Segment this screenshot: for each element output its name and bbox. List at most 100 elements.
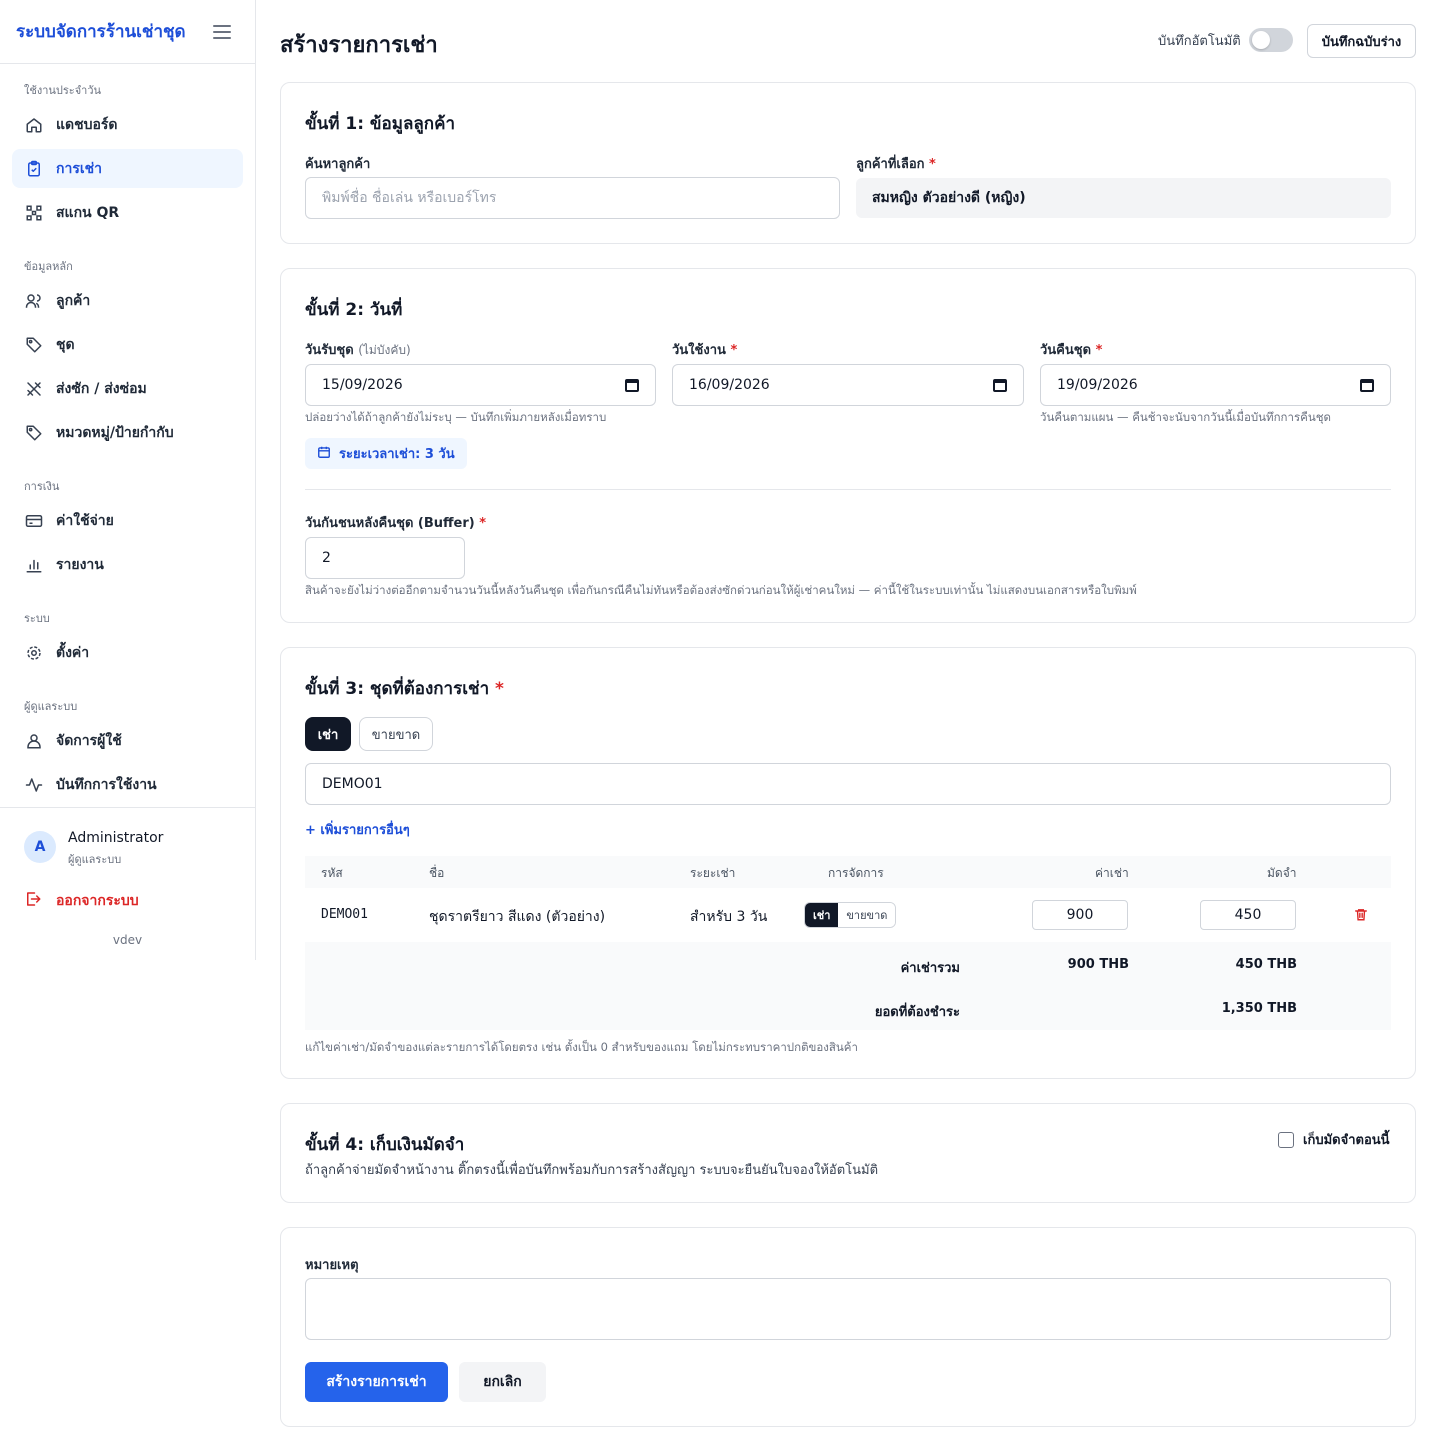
sidebar-item-scan-qr[interactable]: สแกน QR	[12, 193, 243, 232]
activity-icon	[24, 775, 44, 795]
collect-deposit-label[interactable]: เก็บมัดจำตอนนี้	[1303, 1129, 1390, 1150]
page-title: สร้างรายการเช่า	[280, 33, 438, 58]
tag-icon	[24, 335, 44, 355]
tools-icon	[24, 379, 44, 399]
step2-card: ขั้นที่ 2: วันที่ วันรับชุด (ไม่บังคับ) …	[280, 268, 1416, 623]
use-date-input[interactable]: 16/09/2026	[672, 364, 1024, 406]
calendar-icon[interactable]	[625, 378, 639, 392]
item-mode-sell[interactable]: ขายขาด	[838, 903, 896, 927]
add-item-link[interactable]: + เพิ่มรายการอื่นๆ	[305, 819, 410, 840]
tag-icon	[24, 423, 44, 443]
sidebar-item-reports[interactable]: รายงาน	[12, 545, 243, 584]
amount-due-value: 1,350 THB	[1221, 1001, 1297, 1016]
logout-button[interactable]: ออกจากระบบ	[24, 890, 139, 912]
calendar-icon[interactable]	[1360, 378, 1374, 392]
collect-deposit-checkbox-row[interactable]: เก็บมัดจำตอนนี้	[1278, 1129, 1390, 1150]
col-manage: การจัดการ	[828, 866, 884, 880]
total-rent-label: ค่าเช่ารวม	[900, 961, 960, 976]
optional-mark: (ไม่บังคับ)	[358, 343, 411, 357]
save-draft-button[interactable]: บันทึกฉบับร่าง	[1307, 24, 1416, 58]
return-date-value: 19/09/2026	[1057, 377, 1138, 393]
calendar-icon[interactable]	[993, 378, 1007, 392]
duration-badge: ระยะเวลาเช่า: 3 วัน	[305, 438, 467, 469]
customer-search-label: ค้นหาลูกค้า	[305, 157, 371, 172]
amount-due-label: ยอดที่ต้องชำระ	[874, 1005, 960, 1020]
autosave-control: บันทึกอัตโนมัติ	[1158, 28, 1293, 52]
mode-sell-button[interactable]: ขายขาด	[359, 717, 433, 751]
sidebar-item-users[interactable]: จัดการผู้ใช้	[12, 721, 243, 760]
user-role: ผู้ดูแลระบบ	[68, 853, 122, 866]
sidebar-item-label: ตั้งค่า	[56, 644, 90, 661]
sidebar-item-expenses[interactable]: ค่าใช้จ่าย	[12, 501, 243, 540]
cancel-button[interactable]: ยกเลิก	[459, 1362, 546, 1402]
step1-card: ขั้นที่ 1: ข้อมูลลูกค้า ค้นหาลูกค้า พิมพ…	[280, 82, 1416, 244]
item-rent-input[interactable]: 900	[1032, 900, 1128, 930]
sidebar-item-dashboard[interactable]: แดชบอร์ด	[12, 105, 243, 144]
outfit-code-input[interactable]: DEMO01	[305, 763, 1391, 805]
step2-title: ขั้นที่ 2: วันที่	[305, 300, 403, 320]
sidebar-item-categories[interactable]: หมวดหมู่/ป้ายกำกับ	[12, 413, 243, 452]
sidebar-item-label: จัดการผู้ใช้	[56, 732, 122, 749]
use-date-value: 16/09/2026	[689, 377, 770, 393]
col-rent: ค่าเช่า	[1095, 866, 1129, 880]
sidebar-item-laundry[interactable]: ส่งซัก / ส่งซ่อม	[12, 369, 243, 408]
pickup-date-input[interactable]: 15/09/2026	[305, 364, 656, 406]
item-period: สำหรับ 3 วัน	[690, 909, 768, 925]
item-mode-toggle: เช่า ขายขาด	[804, 902, 897, 928]
required-mark: *	[730, 343, 738, 358]
card-icon	[24, 511, 44, 531]
item-name: ชุดราตรียาว สีแดง (ตัวอย่าง)	[429, 909, 606, 925]
return-date-label: วันคืนชุด *	[1040, 339, 1102, 360]
sidebar-item-label: สแกน QR	[56, 204, 120, 221]
sidebar-item-label: ลูกค้า	[56, 292, 91, 309]
use-date-label-text: วันใช้งาน	[672, 343, 726, 358]
sidebar-item-outfits[interactable]: ชุด	[12, 325, 243, 364]
qr-icon	[24, 203, 44, 223]
app-title[interactable]: ระบบจัดการร้านเช่าชุด	[16, 18, 186, 45]
items-table-header: รหัส ชื่อ ระยะเช่า การจัดการ ค่าเช่า มัด…	[305, 856, 1391, 888]
col-name: ชื่อ	[429, 866, 445, 880]
step1-title: ขั้นที่ 1: ข้อมูลลูกค้า	[305, 114, 455, 134]
autosave-toggle[interactable]	[1248, 28, 1293, 52]
logout-icon	[24, 890, 42, 912]
notes-textarea[interactable]	[305, 1278, 1391, 1340]
bar-chart-icon	[24, 555, 44, 575]
sidebar-brand: ระบบจัดการร้านเช่าชุด	[0, 0, 255, 64]
duration-text: ระยะเวลาเช่า: 3 วัน	[339, 447, 455, 462]
step3-card: ขั้นที่ 3: ชุดที่ต้องการเช่า * เช่า ขายข…	[280, 647, 1416, 1079]
item-deposit-input[interactable]: 450	[1200, 900, 1296, 930]
sidebar-item-label: ชุด	[56, 336, 75, 353]
menu-icon[interactable]	[213, 24, 231, 39]
sidebar-item-settings[interactable]: ตั้งค่า	[12, 633, 243, 672]
collect-deposit-checkbox[interactable]	[1278, 1131, 1294, 1148]
buffer-days-input[interactable]: 2	[305, 537, 465, 579]
step4-title: ขั้นที่ 4: เก็บเงินมัดจำ	[305, 1135, 465, 1155]
selected-customer-label-text: ลูกค้าที่เลือก	[856, 157, 925, 172]
buffer-hint: สินค้าจะยังไม่ว่างต่ออีกตามจำนวนวันนี้หล…	[305, 583, 1137, 597]
step3-title-text: ขั้นที่ 3: ชุดที่ต้องการเช่า	[305, 679, 490, 699]
sidebar-footer: A Administrator ผู้ดูแลระบบ ออกจากระบบ v…	[0, 807, 255, 947]
customer-search-input[interactable]: พิมพ์ชื่อ ชื่อเล่น หรือเบอร์โทร	[305, 177, 840, 219]
mode-rent-button[interactable]: เช่า	[305, 717, 351, 751]
item-mode-rent[interactable]: เช่า	[805, 903, 839, 927]
nav-section-finance: การเงิน	[24, 480, 60, 493]
sidebar-item-label: แดชบอร์ด	[56, 116, 118, 133]
return-date-input[interactable]: 19/09/2026	[1040, 364, 1391, 406]
version-label: vdev	[112, 933, 143, 947]
nav-section-admin: ผู้ดูแลระบบ	[24, 700, 78, 713]
clipboard-icon	[24, 159, 44, 179]
nav-section-daily: ใช้งานประจำวัน	[24, 84, 102, 97]
pickup-date-label: วันรับชุด (ไม่บังคับ)	[305, 339, 411, 360]
nav-section-master: ข้อมูลหลัก	[24, 260, 73, 273]
buffer-label: วันกันชนหลังคืนชุด (Buffer) *	[305, 512, 486, 533]
sidebar-item-activity-log[interactable]: บันทึกการใช้งาน	[12, 765, 243, 804]
step4-description: ถ้าลูกค้าจ่ายมัดจำหน้างาน ติ๊กตรงนี้เพื่…	[305, 1163, 879, 1178]
sidebar-item-customers[interactable]: ลูกค้า	[12, 281, 243, 320]
selected-customer-value: สมหญิง ตัวอย่างดี (หญิง)	[856, 178, 1391, 218]
item-code: DEMO01	[321, 907, 368, 922]
create-rental-button[interactable]: สร้างรายการเช่า	[305, 1362, 448, 1402]
sidebar-item-rentals[interactable]: การเช่า	[12, 149, 243, 188]
trash-icon[interactable]	[1354, 907, 1368, 926]
col-code: รหัส	[321, 866, 343, 880]
pickup-date-value: 15/09/2026	[322, 377, 403, 393]
